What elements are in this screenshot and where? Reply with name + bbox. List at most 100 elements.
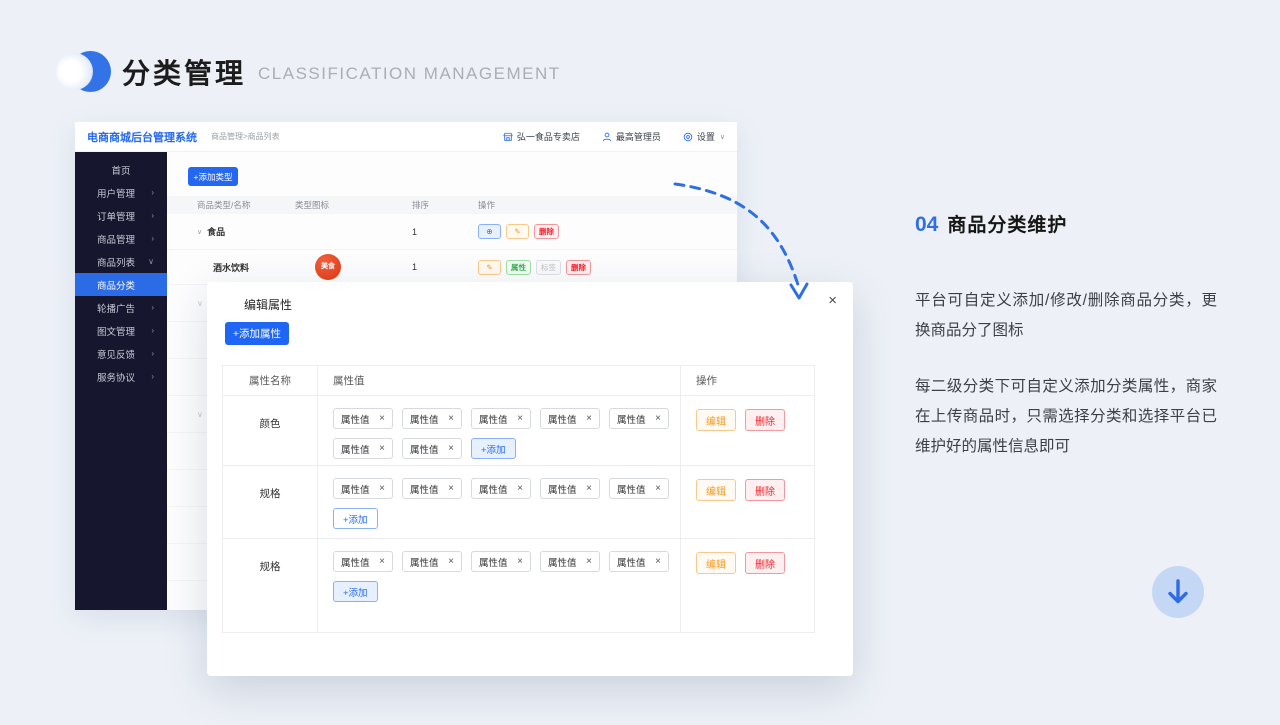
attr-value-label: 属性值 xyxy=(410,444,439,456)
chevron-down-icon: ∨ xyxy=(719,133,725,141)
delete-button[interactable]: 删除 xyxy=(745,409,785,431)
sidebar-item-4[interactable]: 商品管理 › xyxy=(75,227,167,250)
attributes-table: 属性名称 属性值 操作 颜色 属性值 × 属性值 × 属性值 × 属性值 × 属性值 × 属性值 × 属性值 ×… xyxy=(222,365,815,633)
edit-button[interactable]: 编辑 xyxy=(696,409,736,431)
tag-remove-icon[interactable]: × xyxy=(655,483,661,494)
sidebar-item-3[interactable]: 订单管理 › xyxy=(75,204,167,227)
edit-button[interactable]: 编辑 xyxy=(696,479,736,501)
attribute-row: 颜色 属性值 × 属性值 × 属性值 × 属性值 × 属性值 × 属性值 × 属性值 × +添加 编辑 删除 xyxy=(223,395,814,469)
store-icon xyxy=(503,132,513,142)
sidebar-item-label: 商品列表 xyxy=(97,257,136,269)
attr-value-tag: 属性值 × xyxy=(402,551,462,572)
category-table-header: 商品类型/名称 类型图标 排序 操作 xyxy=(167,196,737,214)
store-menu[interactable]: 弘一食品专卖店 xyxy=(503,130,580,143)
add-sub-button[interactable]: ⊕ xyxy=(478,224,501,239)
attr-value-label: 属性值 xyxy=(479,484,508,496)
tag-remove-icon[interactable]: × xyxy=(448,443,454,454)
attr-value-tag: 属性值 × xyxy=(540,408,600,429)
add-value-button[interactable]: +添加 xyxy=(333,581,378,602)
expand-chevron-icon[interactable]: ∨ xyxy=(197,228,202,236)
column-header: 排序 xyxy=(412,200,430,210)
attr-value-label: 属性值 xyxy=(548,484,577,496)
attr-value-tag: 属性值 × xyxy=(333,408,393,429)
attr-value-tag: 属性值 × xyxy=(333,478,393,499)
column-header: 操作 xyxy=(696,375,717,387)
edit-button[interactable]: ✎ xyxy=(478,259,501,275)
tag-remove-icon[interactable]: × xyxy=(379,483,385,494)
tag-remove-icon[interactable]: × xyxy=(448,413,454,424)
tag-remove-icon[interactable]: × xyxy=(448,483,454,494)
sidebar-item-5[interactable]: 商品列表 ∨ xyxy=(75,250,167,273)
chevron-right-icon: › xyxy=(151,188,154,197)
chevron-right-icon: › xyxy=(151,211,154,220)
close-icon[interactable]: × xyxy=(828,293,837,308)
tag-remove-icon[interactable]: × xyxy=(655,556,661,567)
settings-menu[interactable]: 设置 ∨ xyxy=(683,130,725,143)
sidebar-item-9[interactable]: 意见反馈 › xyxy=(75,342,167,365)
page-title: 分类管理 xyxy=(122,58,247,89)
sidebar-item-10[interactable]: 服务协议 › xyxy=(75,365,167,388)
sidebar-item-6[interactable]: 商品分类 xyxy=(75,273,167,296)
tag-remove-icon[interactable]: × xyxy=(586,483,592,494)
tag-remove-icon[interactable]: × xyxy=(586,556,592,567)
sidebar-item-7[interactable]: 轮播广告 › xyxy=(75,296,167,319)
tag-button[interactable]: 标签 xyxy=(536,259,561,275)
tag-remove-icon[interactable]: × xyxy=(517,413,523,424)
add-type-button[interactable]: +添加类型 xyxy=(188,167,238,186)
delete-button[interactable]: 删除 xyxy=(534,224,559,239)
attr-value-label: 属性值 xyxy=(410,484,439,496)
category-name-cell[interactable]: 酒水饮料 xyxy=(167,261,295,274)
attribute-actions: 编辑 删除 xyxy=(681,396,814,469)
sidebar-item-8[interactable]: 图文管理 › xyxy=(75,319,167,342)
tag-remove-icon[interactable]: × xyxy=(517,556,523,567)
admin-topbar: 电商商城后台管理系统 商品管理>商品列表 弘一食品专卖店 最高管理员 设置 ∨ xyxy=(75,122,737,152)
attribute-name: 颜色 xyxy=(223,396,318,469)
chevron-right-icon: › xyxy=(151,349,154,358)
tag-remove-icon[interactable]: × xyxy=(517,483,523,494)
attr-value-tag: 属性值 × xyxy=(609,478,669,499)
sort-value: 1 xyxy=(412,262,418,272)
sidebar-item-label: 轮播广告 xyxy=(97,303,136,315)
delete-button[interactable]: 删除 xyxy=(566,259,591,275)
attr-value-label: 属性值 xyxy=(617,557,646,569)
attr-value-label: 属性值 xyxy=(548,414,577,426)
attr-value-tag: 属性值 × xyxy=(471,551,531,572)
column-header: 类型图标 xyxy=(295,200,330,210)
sidebar-item-label: 意见反馈 xyxy=(97,349,136,361)
tag-remove-icon[interactable]: × xyxy=(379,443,385,454)
sidebar-item-label: 图文管理 xyxy=(97,326,136,338)
tag-remove-icon[interactable]: × xyxy=(586,413,592,424)
tag-remove-icon[interactable]: × xyxy=(379,413,385,424)
section-number: 04 xyxy=(915,213,939,236)
edit-button[interactable]: ✎ xyxy=(506,224,529,239)
sidebar: 首页 用户管理 › 订单管理 › 商品管理 › 商品列表 ∨ 商品分类 轮播广告 › 图文管理 › 意见反馈… xyxy=(75,152,167,610)
edit-attributes-modal: 编辑属性 × +添加属性 属性名称 属性值 操作 颜色 属性值 × 属性值 × 属性值 × 属性值… xyxy=(207,282,853,676)
tag-remove-icon[interactable]: × xyxy=(655,413,661,424)
tag-remove-icon[interactable]: × xyxy=(379,556,385,567)
add-value-button[interactable]: +添加 xyxy=(471,438,516,459)
add-value-button[interactable]: +添加 xyxy=(333,508,378,529)
delete-button[interactable]: 删除 xyxy=(745,552,785,574)
sidebar-item-2[interactable]: 用户管理 › xyxy=(75,181,167,204)
down-arrow-icon xyxy=(1168,579,1188,604)
breadcrumb: 商品管理>商品列表 xyxy=(211,132,280,141)
brand-logo xyxy=(56,50,111,94)
attribute-actions: 编辑 删除 xyxy=(681,539,814,632)
tag-remove-icon[interactable]: × xyxy=(448,556,454,567)
attr-value-tag: 属性值 × xyxy=(402,408,462,429)
category-icon-cell: 美食 xyxy=(295,254,412,280)
user-menu[interactable]: 最高管理员 xyxy=(602,130,661,143)
attribute-button[interactable]: 属性 xyxy=(506,259,531,275)
attr-value-label: 属性值 xyxy=(341,414,370,426)
attr-value-tag: 属性值 × xyxy=(333,551,393,572)
category-name-cell[interactable]: ∨ 食品 xyxy=(167,225,295,238)
delete-button[interactable]: 删除 xyxy=(745,479,785,501)
user-role: 最高管理员 xyxy=(615,132,661,142)
edit-button[interactable]: 编辑 xyxy=(696,552,736,574)
column-header: 操作 xyxy=(478,200,496,210)
scroll-down-button[interactable] xyxy=(1152,566,1204,618)
attribute-name: 规格 xyxy=(223,539,318,632)
tag-wrap: 属性值 × 属性值 × 属性值 × 属性值 × 属性值 × 属性值 × 属性值 × +添加 xyxy=(333,408,670,459)
sidebar-item-1[interactable]: 首页 xyxy=(75,158,167,181)
add-attribute-button[interactable]: +添加属性 xyxy=(225,322,289,345)
